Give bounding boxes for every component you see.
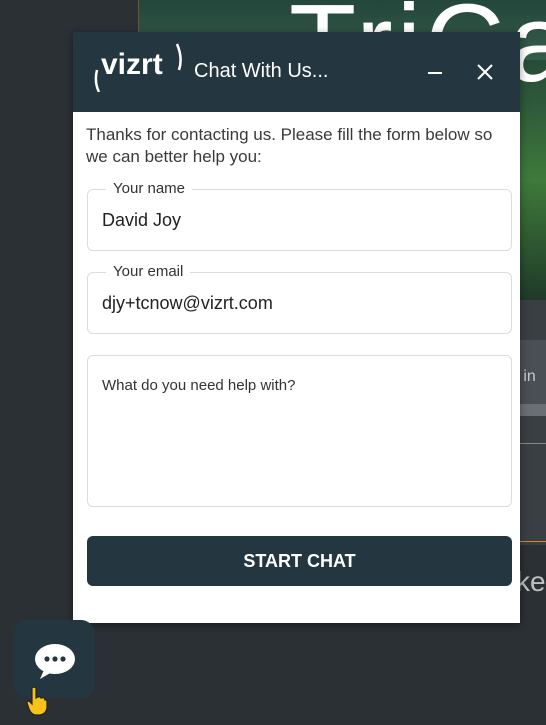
help-placeholder: What do you need help with? [102, 377, 296, 394]
chat-title: Chat With Us... [194, 60, 329, 82]
close-icon[interactable] [473, 60, 497, 84]
intro-text: Thanks for contacting us. Please fill th… [86, 125, 493, 166]
email-value[interactable]: djy+tcnow@vizrt.com [102, 293, 273, 314]
vizrt-logo-icon: vizrt [94, 43, 182, 92]
chat-header: vizrt Chat With Us... [73, 32, 520, 112]
email-label: Your email [106, 263, 191, 280]
name-value[interactable]: David Joy [102, 210, 181, 231]
help-textarea[interactable]: What do you need help with? [87, 355, 512, 507]
hand-pointer-icon [26, 686, 48, 716]
minimize-icon[interactable] [423, 60, 447, 84]
start-chat-button[interactable]: START CHAT [87, 536, 512, 586]
background-panel [520, 300, 546, 545]
name-label: Your name [106, 180, 192, 197]
chat-bubble-icon [35, 644, 75, 679]
chat-widget: vizrt Chat With Us... Thanks for contact… [73, 32, 520, 623]
background-text-fragment: ke [516, 566, 546, 597]
logo-text: vizrt [101, 48, 163, 81]
email-field[interactable]: Your email djy+tcnow@vizrt.com [87, 263, 512, 334]
name-field[interactable]: Your name David Joy [87, 180, 512, 251]
